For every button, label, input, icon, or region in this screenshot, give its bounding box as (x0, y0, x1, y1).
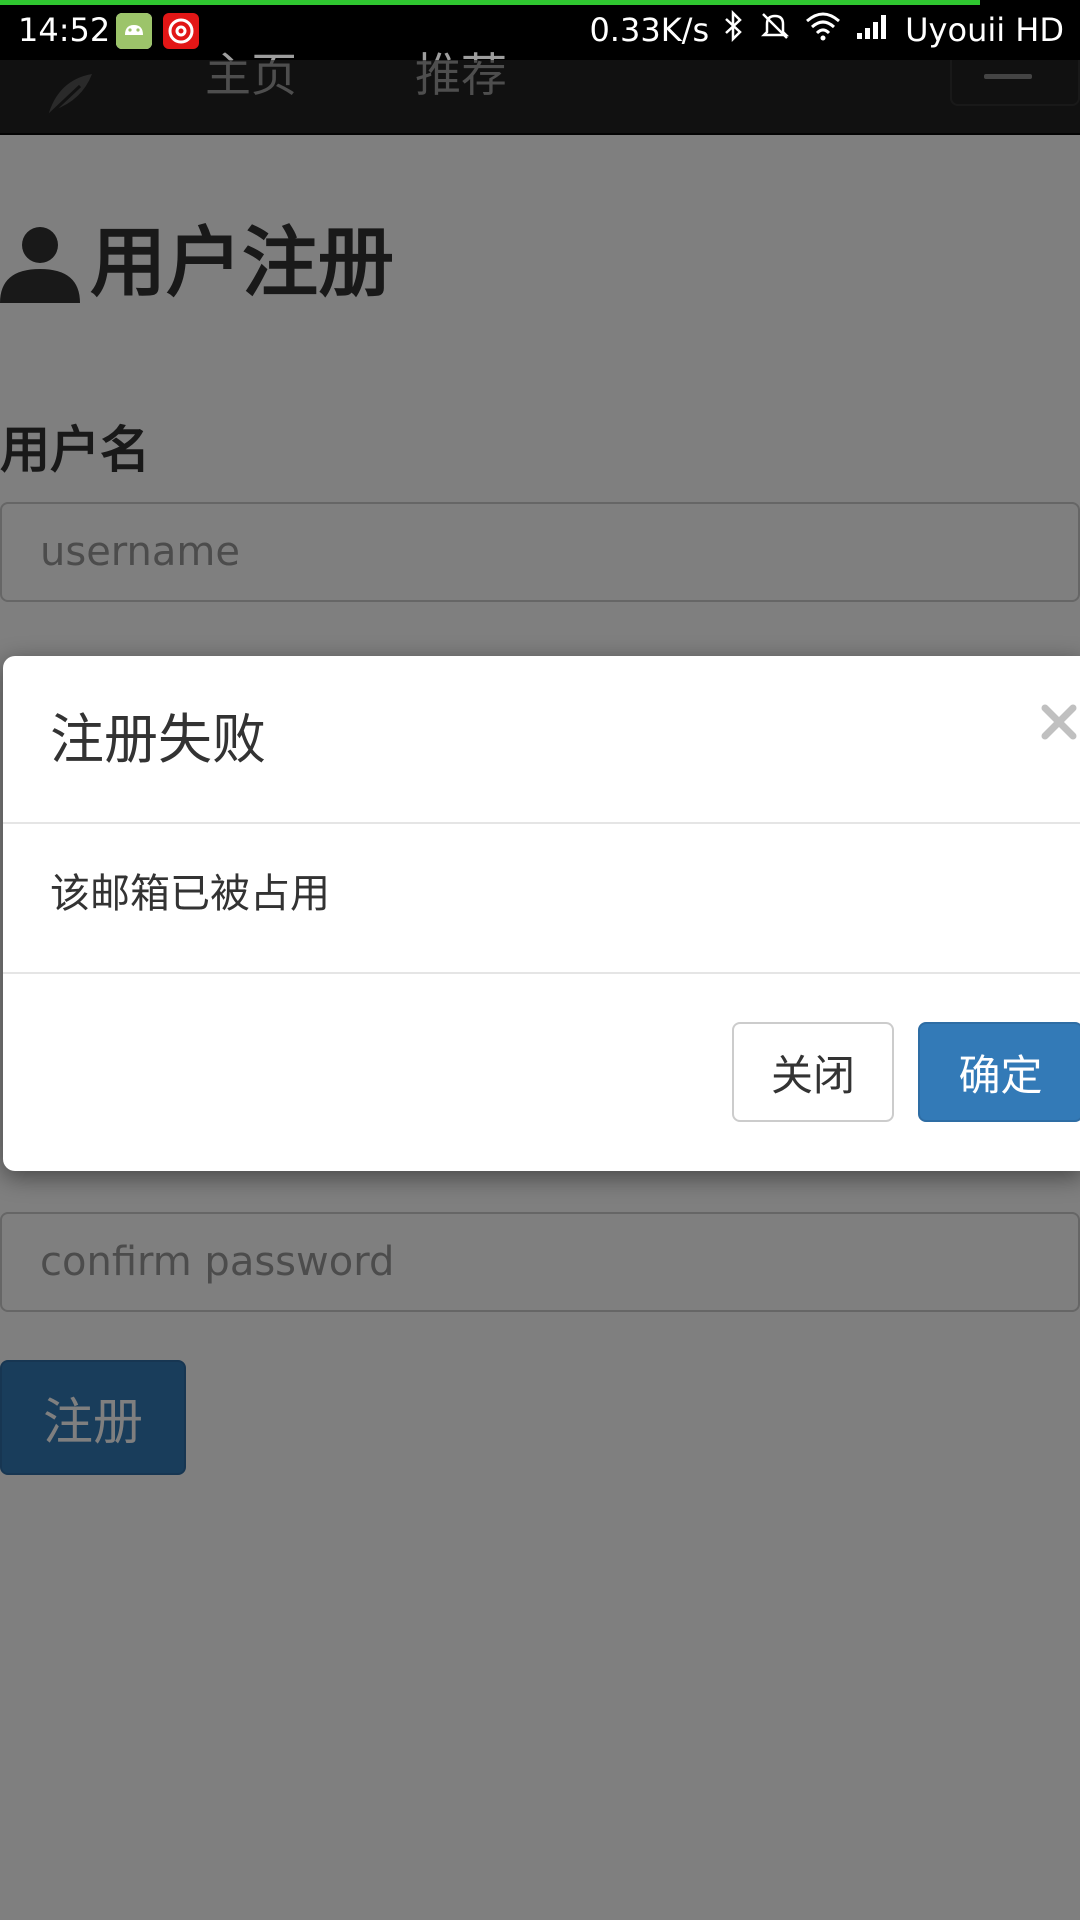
mute-icon (759, 10, 791, 50)
status-bar: 14:52 0.33K/s Uyouii HD (0, 0, 1080, 60)
modal-header: 注册失败 (3, 656, 1080, 824)
network-speed: 0.33K/s (589, 11, 710, 49)
bluetooth-icon (723, 9, 745, 50)
close-button[interactable]: 关闭 (732, 1022, 894, 1122)
wifi-icon (805, 11, 841, 49)
signal-icon (855, 11, 891, 49)
netease-music-icon (163, 13, 199, 49)
android-icon (116, 13, 152, 49)
status-time: 14:52 (18, 11, 111, 49)
error-modal: 注册失败 该邮箱已被占用 关闭 确定 (3, 656, 1080, 1171)
modal-message: 该邮箱已被占用 (50, 871, 330, 917)
modal-title: 注册失败 (50, 708, 266, 771)
confirm-button[interactable]: 确定 (918, 1022, 1080, 1122)
page-load-progress (0, 0, 980, 5)
close-icon[interactable] (1037, 700, 1080, 744)
carrier-name: Uyouii HD (905, 11, 1064, 49)
modal-body: 该邮箱已被占用 (3, 824, 1080, 974)
